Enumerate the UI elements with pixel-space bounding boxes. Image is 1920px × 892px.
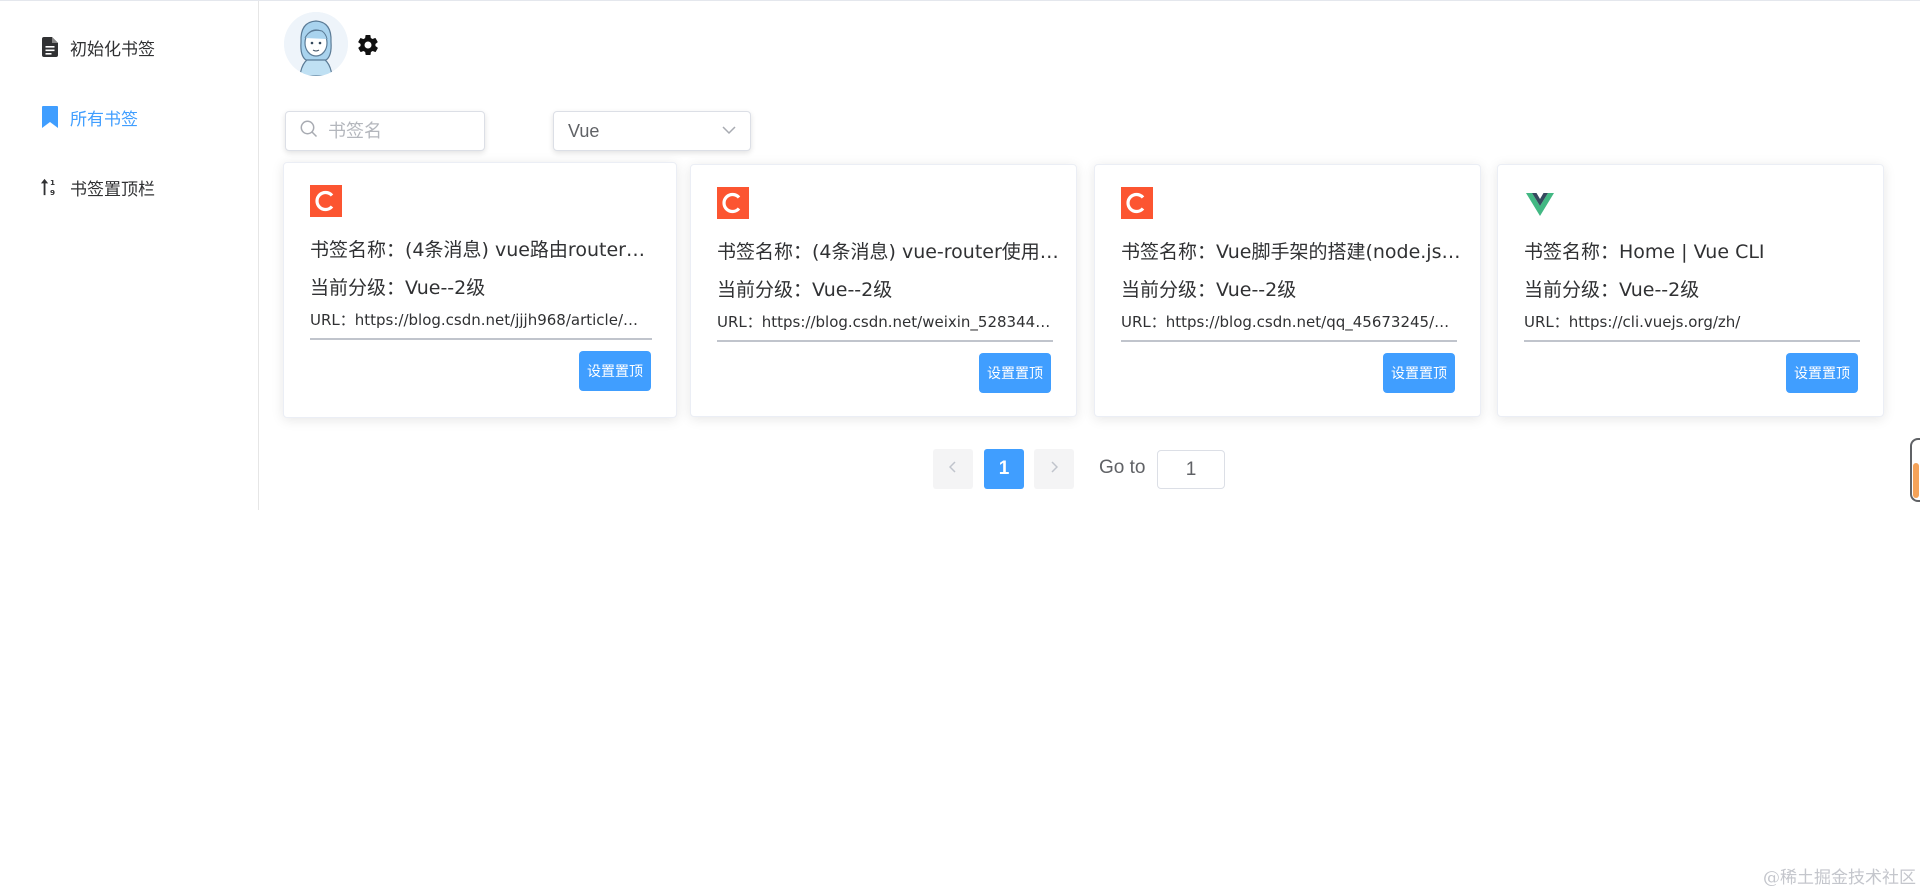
pagination-goto-label: Go to	[1099, 457, 1146, 478]
csdn-logo-icon	[717, 187, 749, 219]
pagination-page-current[interactable]: 1	[984, 449, 1024, 489]
bookmark-url[interactable]: URL：https://blog.csdn.net/qq_45673245/ar…	[1121, 311, 1457, 332]
bookmark-card: 书签名称：(4条消息) vue路由router的三种传参方式_jjjh968的博…	[283, 162, 677, 418]
bookmark-icon	[40, 106, 60, 128]
sidebar-item-init-bookmarks[interactable]: 初始化书签	[0, 19, 258, 75]
chevron-right-icon	[1050, 460, 1059, 478]
bookmark-level: 当前分级：Vue--2级	[1524, 279, 1700, 301]
search-box[interactable]	[285, 111, 485, 151]
chevron-down-icon	[722, 122, 736, 140]
category-select[interactable]: Vue	[553, 111, 751, 151]
csdn-logo-icon	[1121, 187, 1153, 219]
avatar[interactable]	[284, 12, 348, 76]
bookmark-card: 书签名称：Vue脚手架的搭建(node.js安装)_qq_45673245的博客…	[1094, 164, 1481, 417]
scroll-indicator[interactable]	[1910, 438, 1920, 502]
sidebar-item-label: 所有书签	[70, 109, 138, 130]
pagination-next-button[interactable]	[1034, 449, 1074, 489]
set-pinned-button[interactable]: 设置置顶	[979, 353, 1051, 393]
sidebar-item-pinned-bar[interactable]: 1 9 书签置顶栏	[0, 159, 258, 215]
bookmark-name: 书签名称：(4条消息) vue路由router的三种传参方式_jjjh968的博…	[310, 239, 654, 261]
sidebar-item-all-bookmarks[interactable]: 所有书签	[0, 89, 258, 145]
sidebar-menu: 初始化书签 所有书签 1 9 书签置顶栏	[0, 1, 259, 510]
search-input[interactable]	[328, 120, 478, 142]
card-divider	[1121, 340, 1457, 342]
card-divider	[310, 338, 652, 340]
bookmark-url[interactable]: URL：https://blog.csdn.net/weixin_5283443…	[717, 311, 1053, 332]
set-pinned-button[interactable]: 设置置顶	[579, 351, 651, 391]
vue-logo-icon	[1524, 187, 1556, 219]
sidebar-item-label: 初始化书签	[70, 39, 155, 60]
gear-icon[interactable]	[356, 33, 380, 57]
scroll-indicator-fill	[1913, 463, 1919, 498]
bookmark-url[interactable]: URL：https://blog.csdn.net/jjjh968/articl…	[310, 309, 646, 330]
sort-icon: 1 9	[40, 176, 60, 198]
bookmark-url[interactable]: URL：https://cli.vuejs.org/zh/	[1524, 311, 1860, 332]
bookmark-name: 书签名称：Vue脚手架的搭建(node.js安装)_qq_45673245的博客	[1121, 241, 1465, 263]
svg-text:9: 9	[50, 188, 55, 197]
category-select-value: Vue	[568, 120, 600, 141]
watermark: @稀土掘金技术社区	[1763, 868, 1916, 888]
sidebar-item-label: 书签置顶栏	[70, 179, 155, 200]
bookmark-level: 当前分级：Vue--2级	[1121, 279, 1297, 301]
bookmark-level: 当前分级：Vue--2级	[310, 277, 486, 299]
set-pinned-button[interactable]: 设置置顶	[1383, 353, 1455, 393]
bookmark-name: 书签名称：(4条消息) vue-router使用详解_weixin的博客-CSD…	[717, 241, 1061, 263]
set-pinned-button[interactable]: 设置置顶	[1786, 353, 1858, 393]
bookmark-name: 书签名称：Home | Vue CLI	[1524, 241, 1765, 263]
file-text-icon	[40, 36, 60, 58]
chevron-left-icon	[948, 460, 957, 478]
pagination-prev-button[interactable]	[933, 449, 973, 489]
bookmark-card: 书签名称：(4条消息) vue-router使用详解_weixin的博客-CSD…	[690, 164, 1077, 417]
search-icon	[300, 120, 318, 143]
svg-text:1: 1	[50, 178, 55, 187]
card-divider	[1524, 340, 1860, 342]
card-divider	[717, 340, 1053, 342]
pagination-goto-input[interactable]	[1157, 450, 1225, 489]
top-border	[0, 0, 1920, 1]
csdn-logo-icon	[310, 185, 342, 217]
bookmark-card: 书签名称：Home | Vue CLI 当前分级：Vue--2级 URL：htt…	[1497, 164, 1884, 417]
bookmark-level: 当前分级：Vue--2级	[717, 279, 893, 301]
